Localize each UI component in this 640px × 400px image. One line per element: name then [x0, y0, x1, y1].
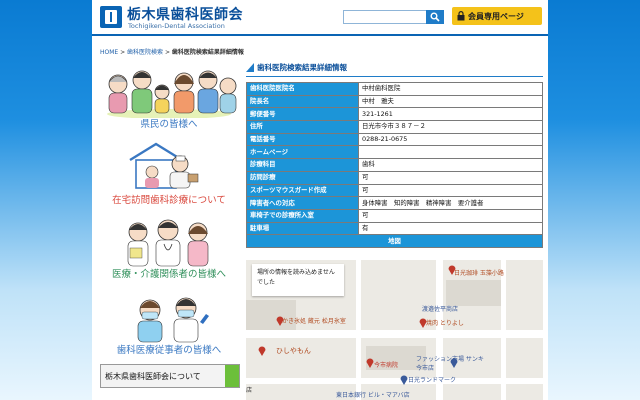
row-value: 日光市今市３８７－２: [358, 120, 543, 134]
map-poi[interactable]: 焼肉 とりよし: [426, 318, 464, 327]
table-row-map-header: 地図: [246, 234, 543, 248]
clinic-detail-table: 歯科医院医院名 中村歯科医院 院長名 中村 雅夫 郵便番号 321-1261 住所 日光市今市…: [246, 82, 543, 248]
map-poi[interactable]: 日光ランドマーク: [408, 375, 456, 384]
site-subtitle: Tochigiken-Dental Association: [128, 22, 225, 30]
table-row: 院長名 中村 雅夫: [246, 94, 543, 109]
map-poi[interactable]: 渡邉佐平商店: [422, 304, 458, 313]
heading-mark-icon: [246, 63, 254, 72]
breadcrumb-home[interactable]: HOME: [100, 49, 118, 56]
row-label: 院長名: [246, 94, 359, 109]
sidebar-item-label: 医療・介護関係者の皆様へ: [111, 269, 226, 280]
row-value: 身体障害 知的障害 精神障害 要介護者: [358, 196, 543, 210]
home-visit-illustration-icon: [129, 142, 199, 189]
breadcrumb-separator: >: [118, 49, 128, 56]
section-heading: 歯科医院検索結果詳細情報: [246, 62, 543, 74]
breadcrumb-current: 歯科医院検索結果詳細情報: [171, 49, 244, 56]
row-value: 有: [358, 221, 543, 236]
map-poi[interactable]: かき氷処 蔵元 松月氷室: [282, 316, 346, 325]
row-value: 中村 雅夫: [358, 94, 543, 109]
family-illustration-icon: [107, 70, 237, 118]
row-label: 歯科医院医院名: [246, 82, 359, 96]
sidebar-item-medical-care[interactable]: 医療・介護関係者の皆様へ: [100, 214, 238, 282]
row-value: 321-1261: [358, 107, 543, 122]
member-page-button[interactable]: 会員専用ページ: [452, 7, 542, 25]
about-association-label: 栃木県歯科医師会について: [105, 372, 201, 381]
map-pin-icon: [450, 358, 458, 368]
member-button-label: 会員専用ページ: [468, 12, 524, 21]
row-value: 歯科: [358, 158, 543, 172]
table-row: 駐車場有: [246, 221, 543, 236]
heading-divider: [246, 76, 543, 77]
map-pin-icon: [448, 265, 456, 275]
table-row: 郵便番号 321-1261: [246, 107, 543, 122]
header-divider: [92, 34, 548, 36]
map-poi[interactable]: 今市病院: [374, 360, 398, 369]
row-value: [358, 145, 543, 160]
site-logo-icon[interactable]: [100, 6, 122, 28]
map-pin-icon: [419, 318, 427, 328]
sidebar-item-citizens[interactable]: 県民の皆様へ: [100, 62, 238, 130]
map-header: 地図: [246, 234, 543, 248]
map-pin-icon: [258, 346, 266, 356]
table-row: 訪問診療可: [246, 170, 543, 185]
table-row: 電話番号 0288-21-0675: [246, 132, 543, 147]
row-label: 駐車場: [246, 221, 359, 236]
sidebar-item-dental-staff[interactable]: 歯科医療従事者の皆様へ: [100, 290, 238, 358]
map-error-popup: 場所の情報を読み込めませんでした: [252, 264, 344, 296]
row-label: 診療科目: [246, 158, 359, 172]
about-tab-accent: [225, 365, 239, 387]
row-value: 中村歯科医院: [358, 82, 543, 96]
breadcrumb-search[interactable]: 歯科医院検索: [127, 49, 163, 56]
sidebar-item-label: 県民の皆様へ: [140, 119, 198, 130]
row-label: 車椅子での診療所入室: [246, 208, 359, 223]
search-input[interactable]: [343, 10, 431, 24]
site-title[interactable]: 栃木県歯科医師会: [127, 4, 243, 24]
page-title: 歯科医院検索結果詳細情報: [257, 63, 347, 72]
breadcrumb: HOME > 歯科医院検索 > 歯科医院検索結果詳細情報: [100, 47, 244, 56]
row-value: 可: [358, 170, 543, 185]
map-pin-icon: [276, 316, 284, 326]
table-row: スポーツマウスガード作成可: [246, 183, 543, 198]
row-label: 郵便番号: [246, 107, 359, 122]
table-row: 障害者への対応 身体障害 知的障害 精神障害 要介護者: [246, 196, 543, 210]
about-association-link[interactable]: 栃木県歯科医師会について: [100, 364, 240, 388]
table-row: 診療科目 歯科: [246, 158, 543, 172]
map-poi[interactable]: 店: [246, 385, 252, 394]
sidebar-item-home-visit[interactable]: 在宅訪問歯科診療について: [100, 138, 238, 208]
row-label: 住所: [246, 120, 359, 134]
breadcrumb-separator: >: [163, 49, 172, 56]
sidebar-item-label: 在宅訪問歯科診療について: [112, 195, 226, 206]
table-row: ホームページ: [246, 145, 543, 160]
row-label: スポーツマウスガード作成: [246, 183, 359, 198]
search-icon: [430, 12, 440, 22]
page: 栃木県歯科医師会 Tochigiken-Dental Association 会…: [92, 0, 548, 400]
map-poi[interactable]: 東日本銀行 ビル・マアバ店: [336, 390, 410, 399]
map-poi[interactable]: 日光珈琲 玉藻小路: [454, 268, 504, 277]
table-row: 歯科医院医院名 中村歯科医院: [246, 82, 543, 96]
map-poi[interactable]: ひしやもん: [276, 346, 311, 356]
map-pin-icon: [366, 358, 374, 368]
medical-staff-illustration-icon: [127, 219, 209, 267]
map-pin-icon: [400, 375, 408, 385]
row-value: 可: [358, 208, 543, 223]
table-row: 住所 日光市今市３８７－２: [246, 120, 543, 134]
row-label: 訪問診療: [246, 170, 359, 185]
row-label: 電話番号: [246, 132, 359, 147]
row-value: 0288-21-0675: [358, 132, 543, 147]
lock-icon: [457, 11, 465, 21]
row-label: ホームページ: [246, 145, 359, 160]
dental-staff-illustration-icon: [137, 297, 209, 343]
sidebar-item-label: 歯科医療従事者の皆様へ: [116, 345, 222, 356]
row-label: 障害者への対応: [246, 196, 359, 210]
table-row: 車椅子での診療所入室可: [246, 208, 543, 223]
clinic-map[interactable]: 日光珈琲 玉藻小路 渡邉佐平商店 焼肉 とりよし かき氷処 蔵元 松月氷室 ひし…: [246, 260, 543, 400]
search-button[interactable]: [426, 10, 444, 24]
row-value: 可: [358, 183, 543, 198]
